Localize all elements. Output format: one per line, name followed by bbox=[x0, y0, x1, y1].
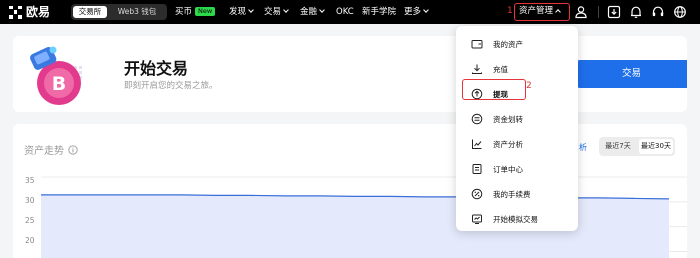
nav-finance-label: 金融 bbox=[300, 7, 318, 17]
y-tick-label: 20 bbox=[25, 236, 35, 245]
menu-item-deposit[interactable]: 充值 bbox=[456, 58, 578, 80]
svg-text:B: B bbox=[52, 73, 66, 95]
logo-mark-icon bbox=[9, 5, 22, 19]
y-tick-label: 25 bbox=[25, 216, 35, 225]
menu-item-label: 我的手续费 bbox=[493, 189, 531, 199]
analysis-icon bbox=[472, 139, 482, 149]
menu-item-label: 我的资产 bbox=[493, 39, 523, 49]
step-marker-2: 2 bbox=[526, 81, 532, 91]
nav-buy-label: 买币 bbox=[175, 7, 193, 17]
asset-management-menu[interactable]: 资产管理 bbox=[514, 3, 570, 21]
nav-more-label: 更多 bbox=[404, 7, 422, 17]
asset-trend-chart bbox=[40, 176, 687, 258]
user-icon[interactable] bbox=[574, 5, 588, 19]
bell-icon[interactable] bbox=[629, 5, 643, 19]
asset-trend-card: 资产走势 析 最近7天 最近30天 35 30 25 20 bbox=[13, 124, 687, 258]
asset-management-dropdown: 我的资产 充值 2 提现 资金划转 资产分析 订单中心 我的手续费 开始模拟交易 bbox=[456, 26, 578, 231]
menu-item-label: 订单中心 bbox=[493, 164, 523, 174]
start-trading-card: B 开始交易 即刻开启您的交易之旅。 交易 bbox=[13, 36, 687, 112]
okx-logo[interactable]: 欧易 bbox=[9, 5, 50, 19]
nav-finance[interactable]: 金融 bbox=[300, 0, 325, 24]
order-icon bbox=[472, 164, 482, 174]
transfer-icon bbox=[471, 113, 483, 125]
nav-trade-label: 交易 bbox=[264, 7, 282, 17]
start-trading-title: 开始交易 bbox=[124, 59, 189, 78]
wallet-icon bbox=[471, 40, 483, 49]
y-tick-label: 30 bbox=[25, 196, 35, 205]
globe-language-icon[interactable] bbox=[673, 5, 687, 19]
nav-discover-label: 发现 bbox=[229, 7, 247, 17]
asset-management-label: 资产管理 bbox=[519, 6, 554, 16]
chevron-down-icon bbox=[319, 7, 325, 13]
nav-academy[interactable]: 新手学院 bbox=[362, 0, 396, 24]
deposit-icon bbox=[472, 64, 482, 74]
menu-item-asset-analysis[interactable]: 资产分析 bbox=[456, 133, 578, 155]
tab-web3-wallet[interactable]: Web3 钱包 bbox=[109, 6, 165, 18]
menu-item-label: 充值 bbox=[493, 64, 508, 74]
brand-name: 欧易 bbox=[26, 5, 51, 19]
nav-trade[interactable]: 交易 bbox=[264, 0, 289, 24]
download-app-icon[interactable] bbox=[607, 5, 621, 19]
demo-trade-icon bbox=[472, 214, 482, 224]
menu-item-order-center[interactable]: 订单中心 bbox=[456, 158, 578, 180]
menu-item-my-assets[interactable]: 我的资产 bbox=[456, 33, 578, 55]
new-badge: New bbox=[195, 7, 216, 16]
trade-button[interactable]: 交易 bbox=[576, 60, 687, 88]
product-switcher: 交易所 Web3 钱包 bbox=[71, 4, 167, 20]
menu-item-label: 资产分析 bbox=[493, 139, 523, 149]
bitcoin-illustration-icon: B bbox=[30, 46, 82, 105]
chevron-down-icon bbox=[248, 7, 254, 13]
start-trading-subtitle: 即刻开启您的交易之旅。 bbox=[124, 81, 218, 91]
chevron-up-icon bbox=[555, 9, 561, 15]
nav-divider bbox=[598, 6, 599, 18]
nav-okc[interactable]: OKC bbox=[336, 0, 354, 24]
menu-item-label: 开始模拟交易 bbox=[493, 214, 538, 224]
nav-more[interactable]: 更多 bbox=[404, 0, 429, 24]
y-tick-label: 35 bbox=[25, 176, 35, 185]
fee-icon bbox=[471, 188, 483, 200]
menu-item-withdraw[interactable]: 2 提现 bbox=[456, 79, 578, 105]
menu-item-my-fees[interactable]: 我的手续费 bbox=[456, 183, 578, 205]
chevron-down-icon bbox=[423, 7, 429, 13]
menu-item-transfer[interactable]: 资金划转 bbox=[456, 108, 578, 130]
headset-support-icon[interactable] bbox=[651, 5, 665, 19]
menu-item-demo-trading[interactable]: 开始模拟交易 bbox=[456, 208, 578, 230]
tab-exchange[interactable]: 交易所 bbox=[73, 6, 107, 18]
menu-item-label: 资金划转 bbox=[493, 114, 523, 124]
nav-buy-crypto[interactable]: 买币 New bbox=[175, 0, 216, 24]
withdraw-icon bbox=[471, 88, 483, 100]
menu-item-label: 提现 bbox=[493, 89, 508, 99]
step-marker-1: 1 bbox=[507, 6, 513, 16]
top-navbar: 欧易 交易所 Web3 钱包 买币 New 发现 交易 金融 OKC 新手学院 更… bbox=[0, 0, 700, 24]
chevron-down-icon bbox=[283, 7, 289, 13]
nav-discover[interactable]: 发现 bbox=[229, 0, 254, 24]
